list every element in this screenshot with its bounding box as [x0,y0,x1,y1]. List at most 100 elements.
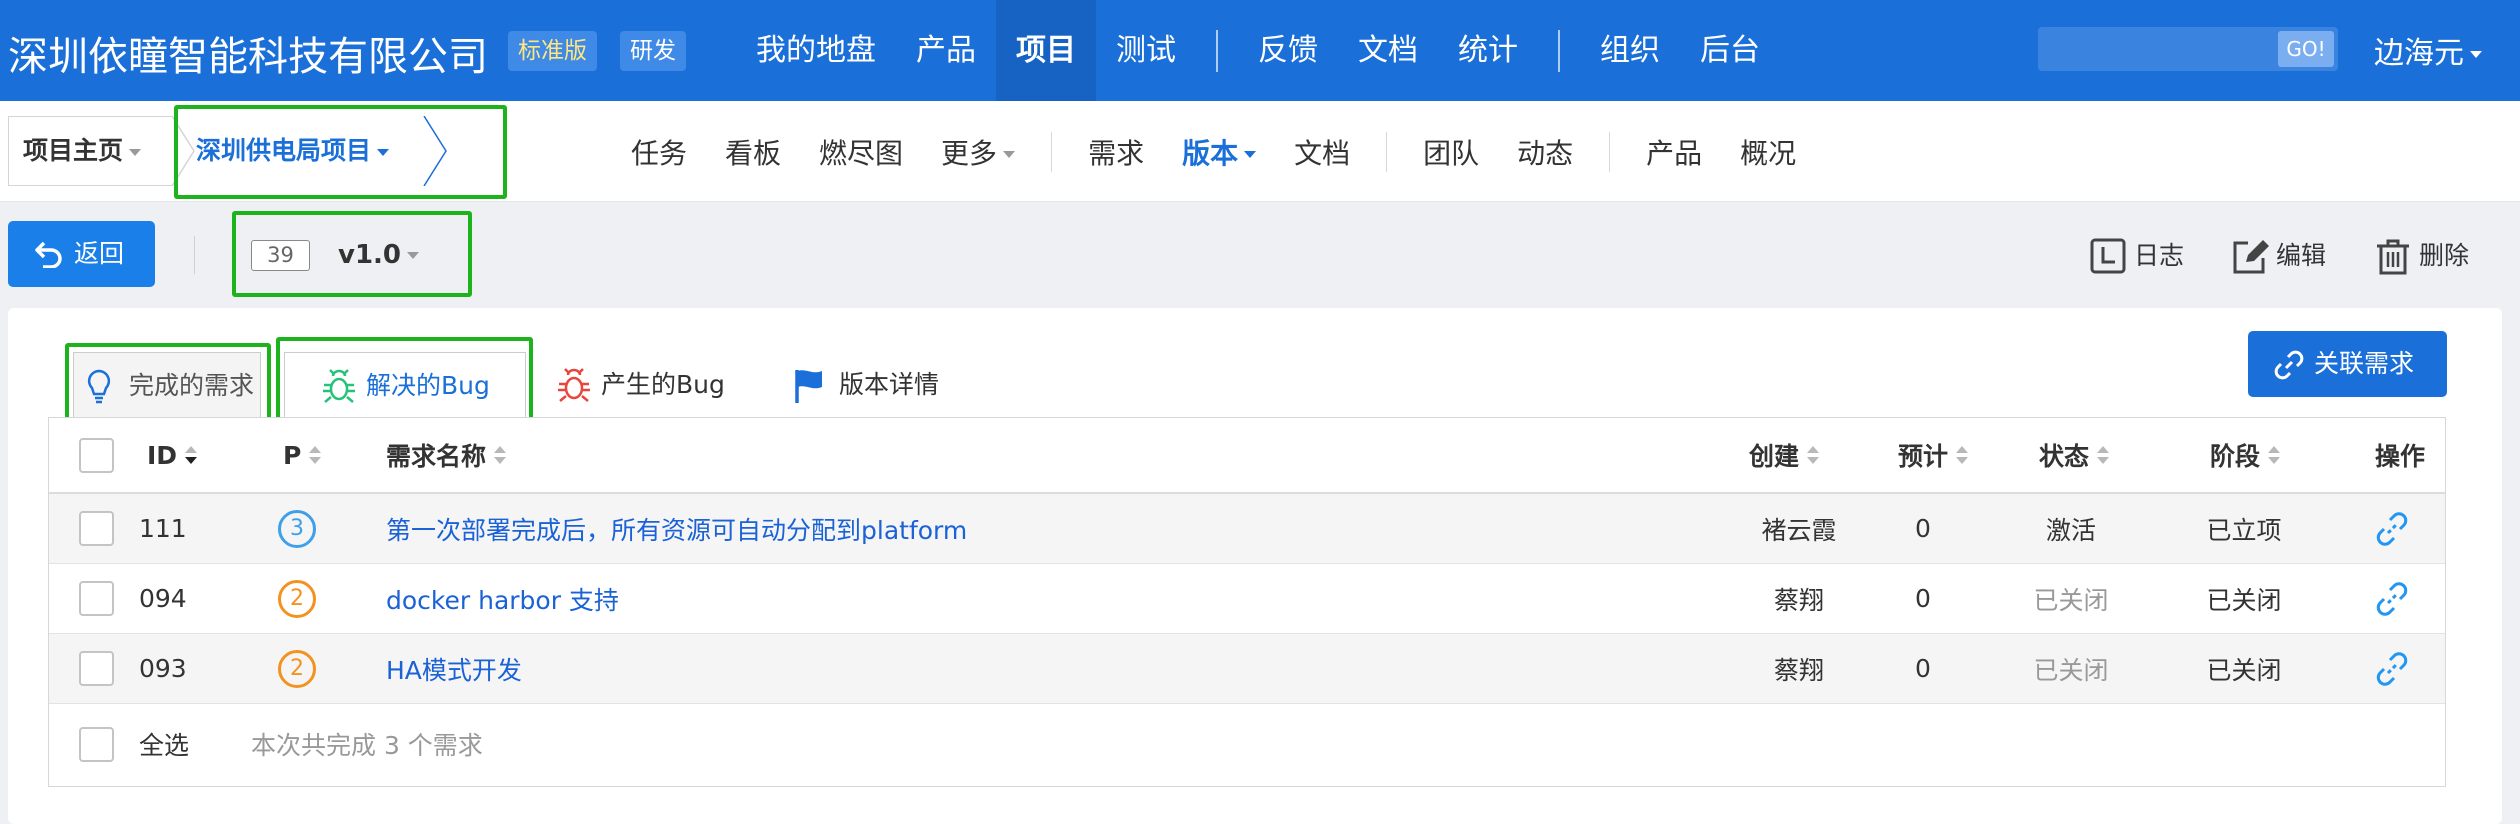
select-all-checkbox[interactable] [79,726,114,762]
story-id: 093 [139,654,187,683]
link-story-button[interactable]: 关联需求 [2248,331,2447,397]
row-checkbox[interactable] [79,511,114,546]
project-home-label: 项目主页 [23,136,124,165]
nav-my-dashboard[interactable]: 我的地盘 [736,0,896,101]
story-title-link[interactable]: 第一次部署完成后，所有资源可自动分配到platform [386,494,967,563]
table-row: 094 2 docker harbor 支持 蔡翔 0 已关闭 已关闭 [49,564,2445,634]
tab-completed-stories-label: 完成的需求 [129,371,255,400]
unlink-icon[interactable] [2375,651,2409,686]
version-name: v1.0 [338,240,402,270]
subnav-divider [1386,131,1388,172]
version-switcher[interactable]: v1.0 [338,240,420,271]
subnav-burndown[interactable]: 燃尽图 [800,132,922,172]
delete-button[interactable]: 删除 [2375,235,2469,277]
story-id: 094 [139,584,187,613]
chevron-down-icon [129,148,142,156]
subnav-overview[interactable]: 概况 [1721,132,1815,172]
priority-cell: 2 [278,634,316,703]
role-badge: 研发 [620,31,686,71]
tab-resolved-bugs[interactable]: 解决的Bug [284,352,526,418]
user-name: 边海元 [2374,36,2464,71]
select-all-label[interactable]: 全选 [139,702,189,786]
nav-project[interactable]: 项目 [996,0,1096,101]
story-stage: 已关闭 [2206,655,2282,685]
sort-icon [1956,445,1969,465]
user-menu[interactable]: 边海元 [2374,28,2482,72]
tab-completed-stories[interactable]: 完成的需求 [73,352,261,418]
sort-icon [2097,445,2110,465]
nav-admin[interactable]: 后台 [1680,0,1780,101]
subnav-product[interactable]: 产品 [1627,132,1721,172]
chevron-down-icon [377,148,390,156]
breadcrumb-separator-icon [423,116,447,186]
col-creator-header[interactable]: 创建 [1749,418,1820,492]
header-checkbox[interactable] [79,437,114,473]
col-pri-header[interactable]: P [283,418,322,492]
subnav-dynamics[interactable]: 动态 [1498,132,1592,172]
link-story-label: 关联需求 [2314,349,2415,378]
search-go-button[interactable]: GO! [2278,31,2334,67]
nav-feedback[interactable]: 反馈 [1238,0,1338,101]
subnav-builds[interactable]: 版本 [1163,132,1275,172]
col-id-header[interactable]: ID [147,418,198,492]
row-checkbox-cell [79,494,114,563]
footer-checkbox-cell [79,702,114,786]
lightbulb-icon [87,369,111,404]
edit-button-label: 编辑 [2276,241,2327,270]
subnav-kanban[interactable]: 看板 [706,132,800,172]
col-stage-header[interactable]: 阶段 [2210,418,2281,492]
unlink-icon[interactable] [2375,511,2409,546]
nav-stats[interactable]: 统计 [1438,0,1538,101]
priority-badge: 2 [278,579,316,618]
story-title-link[interactable]: docker harbor 支持 [386,564,619,633]
search-input[interactable] [2038,27,2278,71]
story-title-link[interactable]: HA模式开发 [386,634,522,703]
project-switcher[interactable]: 深圳供电局项目 [196,116,390,186]
edit-button[interactable]: 编辑 [2232,235,2326,277]
story-status: 已关闭 [2033,585,2109,615]
col-status-header[interactable]: 状态 [2039,418,2110,492]
tab-created-bugs[interactable]: 产生的Bug [556,352,756,418]
select-all-checkbox-cell [79,418,114,492]
tab-resolved-bugs-label: 解决的Bug [366,371,490,400]
project-home-dropdown[interactable]: 项目主页 [8,116,172,186]
col-id-label: ID [147,440,178,470]
nav-docs[interactable]: 文档 [1338,0,1438,101]
subnav-stories[interactable]: 需求 [1069,132,1163,172]
nav-test[interactable]: 测试 [1096,0,1196,101]
nav-org[interactable]: 组织 [1580,0,1680,101]
story-table: ID P 需求名称 创建 预计 状态 阶段 操作 111 3 第一次部署完成后，… [48,417,2446,787]
table-header: ID P 需求名称 创建 预计 状态 阶段 操作 [49,418,2445,494]
search-box: GO! [2038,27,2338,71]
subnav-builds-label: 版本 [1182,136,1239,170]
story-estimate: 0 [1915,654,1931,683]
delete-button-label: 删除 [2419,241,2470,270]
table-summary: 本次共完成 3 个需求 [251,731,483,760]
back-button[interactable]: 返回 [8,221,155,287]
subnav-team[interactable]: 团队 [1404,132,1498,172]
undo-arrow-icon [35,241,62,268]
row-checkbox[interactable] [79,581,114,616]
company-name[interactable]: 深圳依瞳智能科技有限公司 [8,24,488,82]
story-stage: 已立项 [2206,515,2282,545]
chevron-down-icon [2470,51,2482,58]
subnav-tasks[interactable]: 任务 [612,132,706,172]
subnav-more[interactable]: 更多 [922,132,1034,172]
table-footer: 全选 本次共完成 3 个需求 [49,702,2445,786]
col-title-header[interactable]: 需求名称 [386,418,507,492]
col-status-label: 状态 [2039,442,2090,471]
top-header: 深圳依瞳智能科技有限公司 标准版 研发 我的地盘 产品 项目 测试 反馈 文档 … [0,0,2520,101]
priority-cell: 2 [278,564,316,633]
row-checkbox[interactable] [79,651,114,686]
story-stage: 已关闭 [2206,585,2282,615]
nav-product[interactable]: 产品 [896,0,996,101]
log-button[interactable]: 日志 [2090,235,2184,277]
nav-divider [1216,29,1218,72]
unlink-cell [2375,494,2409,563]
col-estimate-header[interactable]: 预计 [1898,418,1969,492]
sort-icon [1807,445,1820,465]
unlink-icon[interactable] [2375,581,2409,616]
subnav-docs[interactable]: 文档 [1275,132,1369,172]
col-title-label: 需求名称 [386,442,487,471]
tab-version-details[interactable]: 版本详情 [794,352,964,418]
